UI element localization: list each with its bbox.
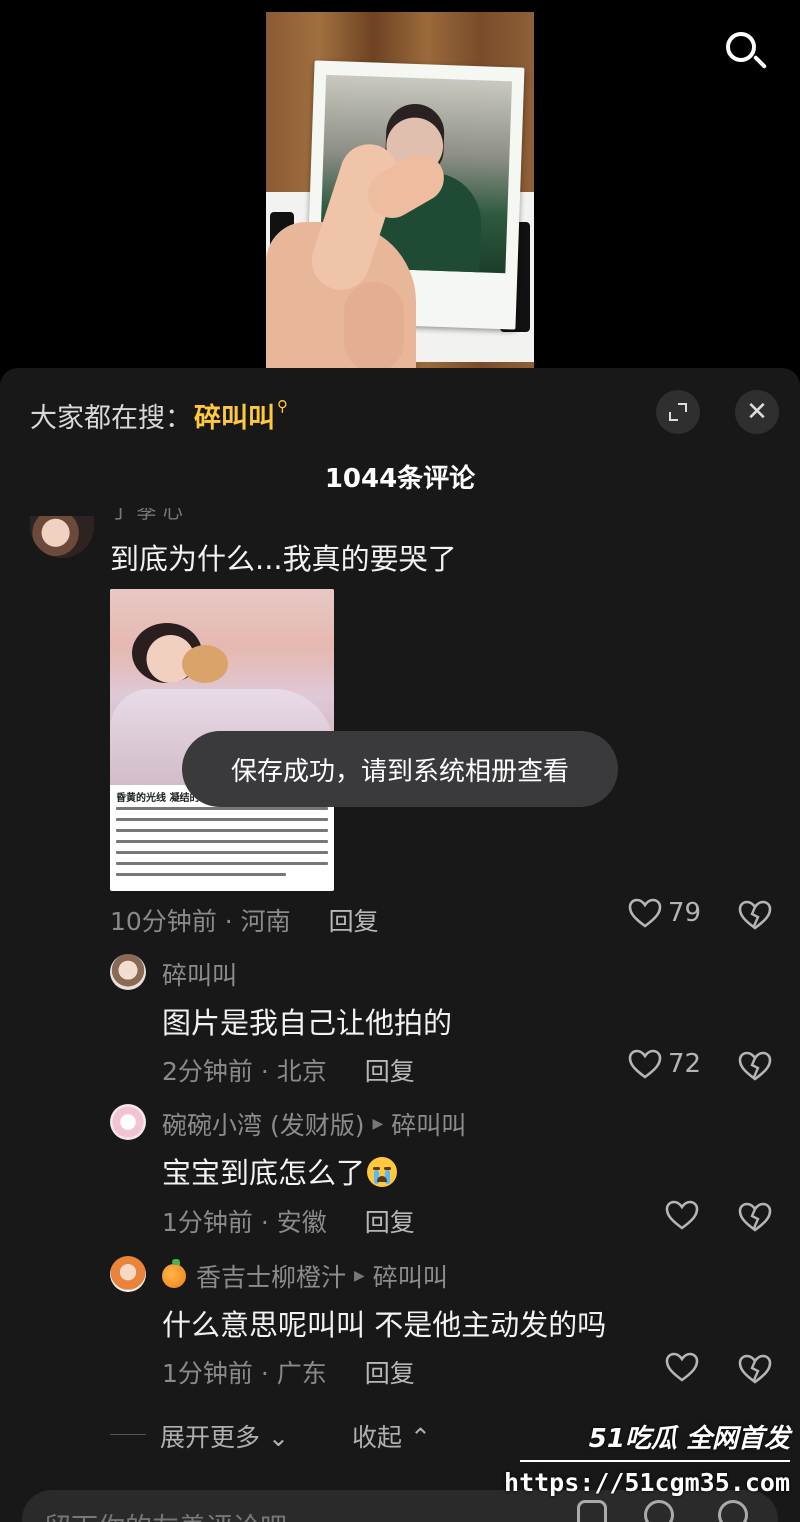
expand-more-label: 展开更多 xyxy=(160,1423,261,1452)
reply-author[interactable]: 碗碗小湾 (发财版) ▶ 碎叫叫 xyxy=(162,1106,466,1142)
close-icon: ✕ xyxy=(746,397,768,427)
heart-icon xyxy=(628,1049,662,1079)
time-location: 1分钟前 · 广东 xyxy=(162,1359,327,1388)
hand xyxy=(266,132,453,368)
watermark-line xyxy=(520,1460,790,1462)
heart-icon xyxy=(665,1352,699,1382)
reply-button[interactable]: 回复 xyxy=(365,1208,415,1237)
reply-to-arrow-icon: ▶ xyxy=(372,1116,384,1132)
avatar[interactable] xyxy=(30,516,94,558)
hot-search-banner[interactable]: 大家都在搜： 碎叫叫 ⚲ xyxy=(30,396,288,435)
like-button[interactable] xyxy=(665,1352,699,1382)
dislike-icon[interactable] xyxy=(738,1202,772,1232)
expand-icon xyxy=(669,403,687,421)
time-location: 2分钟前 · 北京 xyxy=(162,1057,327,1086)
like-count: 79 xyxy=(668,898,702,928)
like-button[interactable] xyxy=(665,1200,699,1230)
reply-text: 宝宝到底怎么了 xyxy=(162,1150,398,1192)
watermark-url: https://51cgm35.com xyxy=(504,1468,790,1497)
like-button[interactable]: 72 xyxy=(628,1049,701,1079)
reply-text: 什么意思呢叫叫 不是他主动发的吗 xyxy=(162,1308,607,1342)
watermark: 51吃瓜 全网首发 https://51cgm35.com xyxy=(504,1418,800,1522)
collapse-label: 收起 xyxy=(352,1423,403,1452)
reply-to-arrow-icon: ▶ xyxy=(354,1268,365,1284)
reply-meta: 1分钟前 · 广东 回复 xyxy=(162,1354,415,1390)
reply-avatar[interactable] xyxy=(110,1256,146,1292)
save-success-toast: 保存成功，请到系统相册查看 xyxy=(182,731,618,807)
hot-search-prefix: 大家都在搜： xyxy=(30,403,192,434)
expand-button[interactable] xyxy=(656,390,700,434)
dislike-icon[interactable] xyxy=(738,900,772,930)
like-count: 72 xyxy=(668,1049,702,1079)
reply-meta: 2分钟前 · 北京 回复 xyxy=(162,1052,415,1088)
orange-emoji-icon xyxy=(162,1259,186,1288)
reply-button[interactable]: 回复 xyxy=(365,1057,415,1086)
dislike-icon[interactable] xyxy=(738,1051,772,1081)
dislike-icon[interactable] xyxy=(738,1354,772,1384)
like-button[interactable]: 79 xyxy=(628,898,701,928)
expand-more-button[interactable]: 展开更多 ⌄ xyxy=(160,1418,289,1454)
thread-divider xyxy=(110,1434,146,1435)
close-button[interactable]: ✕ xyxy=(735,390,779,434)
reply-author[interactable]: 香吉士柳橙汁 ▶ 碎叫叫 xyxy=(162,1258,448,1294)
reply-avatar[interactable] xyxy=(110,954,146,990)
chevron-down-icon: ⌄ xyxy=(260,1423,289,1452)
reply-author-name: 碎叫叫 xyxy=(162,961,238,990)
reply-text-body: 宝宝到底怎么了 xyxy=(162,1156,366,1190)
reply-author[interactable]: 碎叫叫 xyxy=(162,956,237,992)
comment-input-placeholder: 留下你的友善评论吧 xyxy=(44,1506,287,1522)
video-player[interactable] xyxy=(0,0,800,375)
reply-to-name[interactable]: 碎叫叫 xyxy=(391,1106,466,1142)
heart-icon xyxy=(628,898,662,928)
author-name-clipped: 丁 季 心 xyxy=(110,508,183,520)
watermark-brand: 51吃瓜 全网首发 xyxy=(588,1424,790,1454)
reply-avatar[interactable] xyxy=(110,1104,146,1140)
collapse-button[interactable]: 收起 ⌃ xyxy=(352,1418,431,1454)
hot-search-keyword[interactable]: 碎叫叫 xyxy=(194,396,275,435)
comment-count-title: 1044条评论 xyxy=(324,464,476,494)
reply-meta: 1分钟前 · 安徽 回复 xyxy=(162,1203,415,1239)
reply-author-name: 香吉士柳橙汁 xyxy=(196,1263,347,1292)
reply-button[interactable]: 回复 xyxy=(365,1359,415,1388)
image-caption-lines xyxy=(116,807,328,884)
comment-text: 到底为什么...我真的要哭了 xyxy=(110,542,457,576)
comment-meta: 10分钟前 · 河南 回复 xyxy=(110,902,379,938)
comment-sheet: 大家都在搜： 碎叫叫 ⚲ ✕ 1044条评论 丁 季 心 到底为什么...我真的… xyxy=(0,368,800,1522)
time-location: 10分钟前 · 河南 xyxy=(110,907,291,936)
search-small-icon: ⚲ xyxy=(277,396,288,415)
chevron-up-icon: ⌃ xyxy=(402,1423,431,1452)
crying-emoji-icon xyxy=(367,1157,398,1187)
time-location: 1分钟前 · 安徽 xyxy=(162,1208,327,1237)
reply-button[interactable]: 回复 xyxy=(329,907,379,936)
heart-icon xyxy=(665,1200,699,1230)
reply-author-name: 碗碗小湾 (发财版) xyxy=(162,1111,365,1140)
search-icon[interactable] xyxy=(722,28,770,76)
image-caption-title: 昏黄的光线 凝结的 xyxy=(116,793,200,804)
video-frame xyxy=(266,12,534,368)
reply-text: 图片是我自己让他拍的 xyxy=(162,1006,453,1040)
reply-to-name[interactable]: 碎叫叫 xyxy=(373,1258,448,1294)
